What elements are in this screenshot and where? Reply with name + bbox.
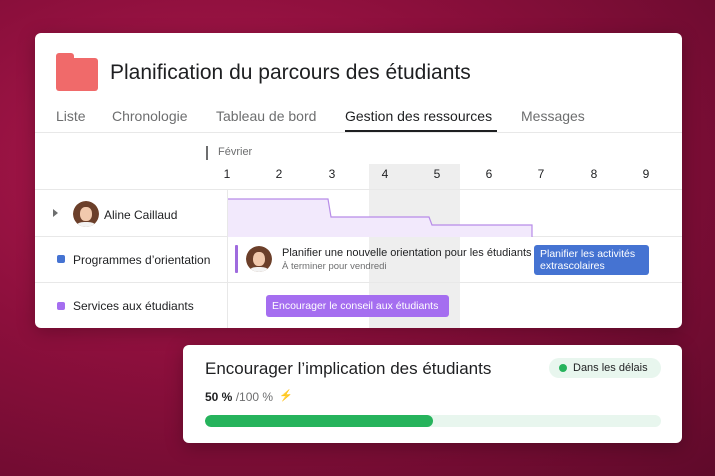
row-label-services-etudiants[interactable]: Services aux étudiants — [73, 299, 194, 313]
timeline-day: 8 — [590, 167, 598, 181]
timeline-day: 5 — [433, 167, 441, 181]
task-bar-conseil[interactable]: Encourager le conseil aux étudiants — [266, 295, 449, 317]
progress-target: /100 % — [235, 390, 274, 404]
status-dot-icon — [559, 364, 567, 372]
timeline-day: 4 — [381, 167, 389, 181]
project-title: Planification du parcours des étudiants — [110, 61, 471, 84]
row-label-aline-caillaud[interactable]: Aline Caillaud — [104, 208, 177, 222]
lightning-icon: ⚡ — [279, 390, 293, 402]
progress-text: 50 % /100 % — [205, 390, 273, 404]
avatar — [246, 246, 272, 272]
avatar — [73, 201, 99, 227]
status-badge: Dans les délais — [549, 358, 661, 378]
timeline-month: Février — [218, 146, 253, 158]
timeline-day: 1 — [223, 167, 231, 181]
timeline-day: 6 — [485, 167, 493, 181]
row-divider — [35, 282, 682, 283]
goal-card[interactable]: Encourager l’implication des étudiants D… — [183, 345, 682, 443]
goal-title: Encourager l’implication des étudiants — [205, 359, 492, 378]
tab-liste[interactable]: Liste — [56, 108, 86, 124]
tabs-divider — [35, 132, 682, 133]
tab-gestion-des-ressources[interactable]: Gestion des ressources — [345, 108, 492, 124]
progress-bar — [205, 415, 661, 427]
task-accent-line — [235, 245, 238, 273]
tab-messages[interactable]: Messages — [521, 108, 585, 124]
row-label-programmes-orientation[interactable]: Programmes d’orientation — [73, 253, 210, 267]
expand-caret-icon[interactable] — [53, 209, 58, 217]
project-color-dot — [57, 255, 65, 263]
timeline-day: 7 — [537, 167, 545, 181]
status-label: Dans les délais — [573, 362, 648, 374]
progress-bar-fill — [205, 415, 433, 427]
timeline-day: 2 — [275, 167, 283, 181]
tab-tableau-de-bord[interactable]: Tableau de bord — [216, 108, 316, 124]
project-card: Planification du parcours des étudiants … — [35, 33, 682, 328]
folder-icon — [56, 53, 98, 91]
task-bar-activites[interactable]: Planifier les activités extrascolaires — [534, 245, 649, 275]
project-color-dot — [57, 302, 65, 310]
tab-chronologie[interactable]: Chronologie — [112, 108, 188, 124]
timeline-day: 9 — [642, 167, 650, 181]
progress-value: 50 % — [205, 390, 233, 404]
row-divider — [35, 189, 682, 190]
timeline-day: 3 — [328, 167, 336, 181]
task-orientation-due: À terminer pour vendredi — [282, 261, 387, 272]
workload-chart — [228, 198, 533, 237]
task-orientation-title[interactable]: Planifier une nouvelle orientation pour … — [282, 247, 532, 259]
month-marker — [206, 146, 208, 160]
